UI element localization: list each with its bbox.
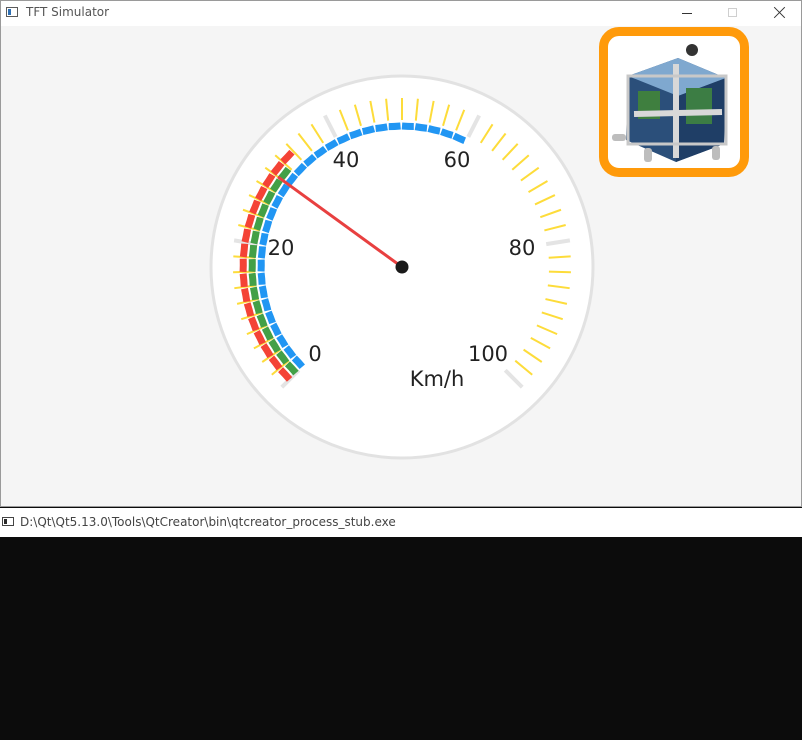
console-icon	[2, 517, 14, 526]
gauge-ring-segment	[239, 273, 248, 288]
gauge-ring-segment	[349, 128, 363, 140]
gauge-ring-segment	[241, 228, 252, 243]
title-bar[interactable]: TFT Simulator	[1, 1, 801, 26]
console-output	[0, 537, 802, 740]
gauge-ring-segment	[258, 285, 268, 299]
gauge-ring-segment	[256, 313, 268, 328]
gauge-ring-segment	[248, 316, 260, 332]
app-window-icon	[6, 7, 18, 17]
gauge-ring-segment	[248, 244, 258, 259]
gauge-tick	[548, 270, 571, 274]
close-icon	[773, 6, 786, 19]
gauge-ring-segment	[250, 230, 260, 245]
gauge-ring-segment	[427, 125, 441, 135]
gauge-label-100: 100	[468, 342, 508, 366]
minimize-icon	[682, 13, 692, 14]
close-button[interactable]	[756, 1, 802, 26]
console-title: D:\Qt\Qt5.13.0\Tools\QtCreator\bin\qtcre…	[20, 515, 396, 529]
gauge-ring-segment	[414, 123, 428, 132]
gauge-label-0: 0	[308, 342, 321, 366]
gauge-label-20: 20	[268, 236, 295, 260]
gauge-ring-segment	[262, 219, 273, 234]
window-title: TFT Simulator	[26, 5, 110, 19]
gauge-ring-segment	[270, 322, 282, 337]
minimize-button[interactable]	[664, 1, 710, 26]
gauge-ring-segment	[259, 232, 269, 246]
gauge-ring-segment	[241, 287, 251, 303]
gauge-label-60: 60	[444, 148, 471, 172]
gauge-ring-segment	[244, 213, 256, 229]
gauge-ring-segment	[271, 194, 284, 209]
gauge-ring-segment	[361, 125, 376, 136]
tft-display: 0 20 40 60 80 100 Km/h	[1, 26, 801, 506]
simulator-window: TFT Simulator 0 20 40 60 80 100 Km/h	[0, 0, 802, 507]
gauge-ring-segment	[252, 300, 263, 315]
needle-hub	[395, 260, 409, 274]
gauge-ring-segment	[253, 216, 264, 231]
gauge-ring-segment	[248, 272, 257, 286]
gauge-tick	[548, 255, 571, 259]
gauge-ring-segment	[440, 128, 454, 139]
gauge-ring-segment	[257, 272, 266, 285]
gauge-ring-segment	[257, 203, 269, 218]
gauge-ring-segment	[243, 302, 255, 317]
gauge-ring-segment	[257, 246, 267, 259]
gauge-ring-segment	[375, 123, 388, 132]
gauge-ring-segment	[388, 122, 401, 131]
board-logo	[599, 27, 749, 177]
gauge-ring-segment	[266, 207, 278, 221]
gauge-ring-segment	[452, 132, 467, 144]
gauge-unit: Km/h	[410, 367, 465, 391]
hardware-module-icon	[612, 44, 728, 162]
gauge-label-40: 40	[333, 148, 360, 172]
gauge-ring-segment	[249, 199, 261, 215]
gauge-ring-segment	[265, 310, 276, 325]
console-window-titlebar[interactable]: D:\Qt\Qt5.13.0\Tools\QtCreator\bin\qtcre…	[0, 508, 802, 537]
gauge-ring-segment	[239, 243, 249, 258]
gauge-ring-segment	[249, 286, 260, 301]
gauge-label-80: 80	[509, 236, 536, 260]
maximize-button[interactable]	[710, 1, 756, 26]
gauge-ring-segment	[261, 298, 272, 312]
gauge-ring-segment	[336, 133, 351, 145]
maximize-icon	[728, 8, 737, 17]
